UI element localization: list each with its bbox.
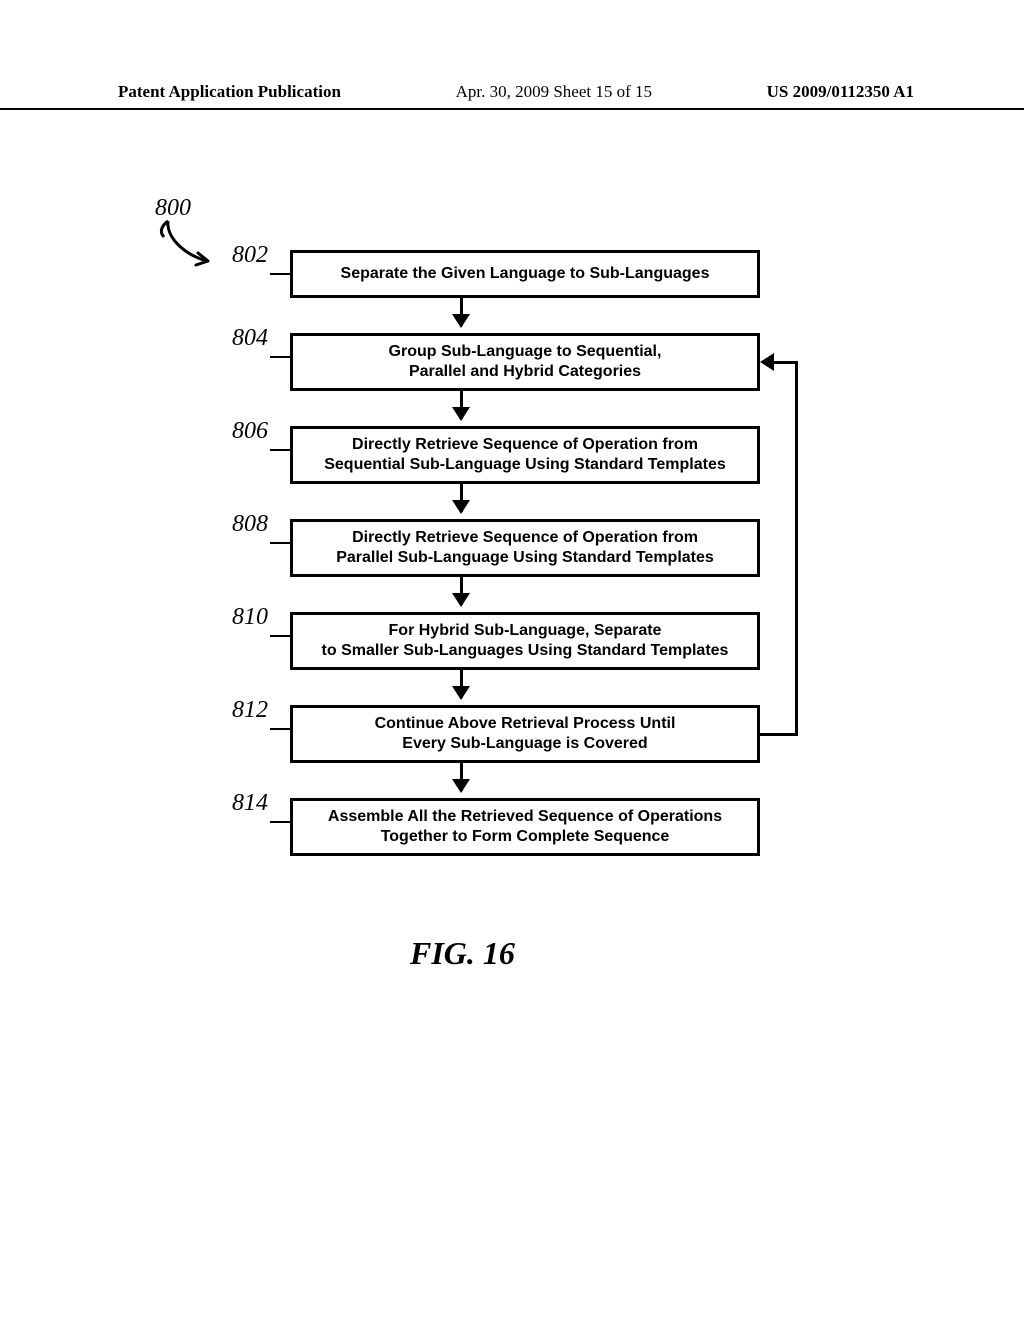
arrow-812-814 (460, 763, 463, 791)
feedback-v (795, 361, 798, 736)
step-box-802: Separate the Given Language to Sub-Langu… (290, 250, 760, 298)
step-box-812: Continue Above Retrieval Process UntilEv… (290, 705, 760, 763)
step-text-804: Group Sub-Language to Sequential,Paralle… (389, 342, 662, 382)
step-text-802: Separate the Given Language to Sub-Langu… (341, 264, 710, 284)
ref-812: 812 (232, 697, 268, 724)
ref-814: 814 (232, 790, 268, 817)
figure-caption: FIG. 16 (410, 935, 515, 972)
step-text-810: For Hybrid Sub-Language, Separateto Smal… (322, 621, 729, 661)
page-header: Patent Application Publication Apr. 30, … (0, 82, 1024, 110)
arrow-810-812 (460, 670, 463, 698)
arrow-806-808 (460, 484, 463, 512)
step-text-806: Directly Retrieve Sequence of Operation … (324, 435, 726, 475)
step-box-806: Directly Retrieve Sequence of Operation … (290, 426, 760, 484)
lead-810 (270, 635, 292, 637)
lead-812 (270, 728, 292, 730)
header-left: Patent Application Publication (118, 82, 341, 102)
step-text-808: Directly Retrieve Sequence of Operation … (336, 528, 714, 568)
feedback-arrowhead (760, 353, 774, 371)
figure-caption-text: FIG. 16 (410, 935, 515, 971)
header-mid: Apr. 30, 2009 Sheet 15 of 15 (456, 82, 652, 102)
ref-808: 808 (232, 511, 268, 538)
ref-810: 810 (232, 604, 268, 631)
step-box-810: For Hybrid Sub-Language, Separateto Smal… (290, 612, 760, 670)
lead-814 (270, 821, 292, 823)
header-right: US 2009/0112350 A1 (767, 82, 914, 102)
arrow-808-810 (460, 577, 463, 605)
ref-804: 804 (232, 325, 268, 352)
step-text-812: Continue Above Retrieval Process UntilEv… (375, 714, 676, 754)
lead-802 (270, 273, 292, 275)
lead-804 (270, 356, 292, 358)
step-box-808: Directly Retrieve Sequence of Operation … (290, 519, 760, 577)
arrow-804-806 (460, 391, 463, 419)
ref-806: 806 (232, 418, 268, 445)
step-box-804: Group Sub-Language to Sequential,Paralle… (290, 333, 760, 391)
feedback-h-bottom (760, 733, 798, 736)
ref-800-pointer (158, 219, 218, 279)
arrow-802-804 (460, 298, 463, 326)
lead-806 (270, 449, 292, 451)
ref-800: 800 (155, 195, 191, 222)
lead-808 (270, 542, 292, 544)
step-box-814: Assemble All the Retrieved Sequence of O… (290, 798, 760, 856)
ref-802: 802 (232, 242, 268, 269)
feedback-h-top (772, 361, 798, 364)
step-text-814: Assemble All the Retrieved Sequence of O… (328, 807, 722, 847)
